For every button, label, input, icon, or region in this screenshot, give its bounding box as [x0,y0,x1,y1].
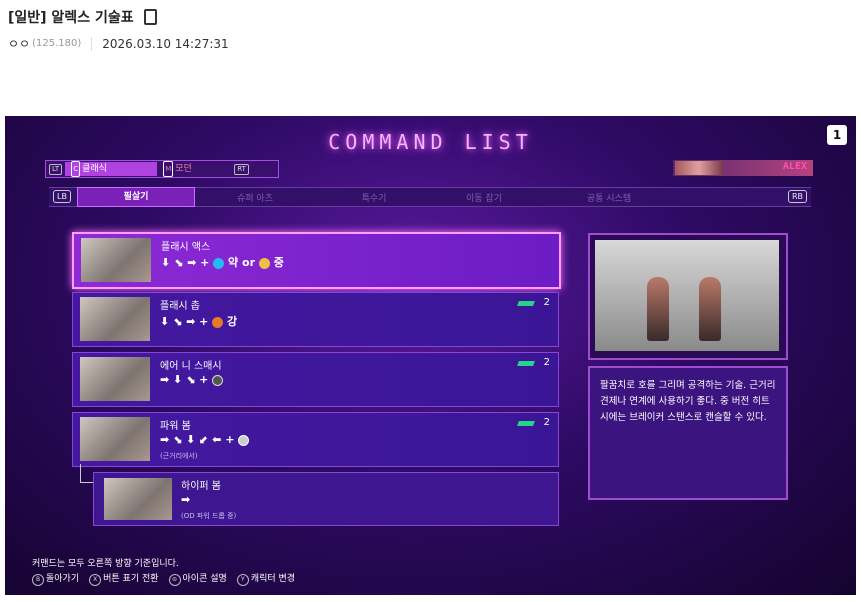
fighter-left [647,277,669,341]
tab-throws[interactable]: 이동 잡기 [429,191,539,204]
move-preview-panel [588,233,788,360]
move-name: 에어 니 스매시 [160,361,222,372]
game-screenshot: COMMAND LIST 1 LT C 클래식 M 모던 RT ALEX LB … [5,116,856,595]
move-thumbnail [80,357,150,401]
move-item-flash-chop[interactable]: 플래시 촙 ⬇ ⬊ ➡ + 강 2 [72,292,559,347]
move-item-flash-axe[interactable]: 플래시 액스 ⬇ ⬊ ➡ + 약 or 중 [72,232,561,289]
action-change-label: 캐릭터 변경 [250,574,296,584]
strength-medium: 중 [273,256,284,269]
drive-cost: 2 [543,417,550,428]
footer-note: 커맨드는 모두 오른쪽 방향 기준입니다. [32,559,179,569]
drive-cost: 2 [543,357,550,368]
move-command: ⬇ ⬊ ➡ + 약 or 중 [161,254,284,270]
move-command: ➡ ⬊ ⬇ ⬋ ⬅ + [160,433,250,446]
rb-key[interactable]: RB [787,190,807,203]
move-thumbnail [80,417,150,461]
move-item-power-bomb[interactable]: 파워 봄 ➡ ⬊ ⬇ ⬋ ⬅ + (근거리에서) 2 [72,412,559,467]
medium-punch-icon [258,257,270,269]
drive-gauge-icon [517,421,535,426]
meta-divider [91,36,93,51]
category-tabs: LB 필살기 슈퍼 아츠 특수기 이동 잡기 공통 시스템 RB [49,187,811,207]
post-title-text: [일반] 알렉스 기술표 [8,10,134,26]
mode-classic-label: 클래식 [82,164,107,174]
action-icon-legend[interactable]: ⊜ 아이콘 설명 [168,571,227,586]
action-icon-label: 아이콘 설명 [182,574,227,584]
action-change-character[interactable]: Y 캐릭터 변경 [236,571,296,586]
mode-modern[interactable]: M 모던 [157,161,231,177]
tab-special-moves[interactable]: 필살기 [77,187,195,207]
follow-up-connector [80,464,93,483]
action-toggle-notation[interactable]: X 버튼 표기 전환 [89,571,159,586]
move-command: ➡ [181,493,191,506]
character-banner: ALEX [673,160,813,176]
command-arrows: ➡ ⬊ ⬇ ⬋ ⬅ + [160,433,235,446]
kick-icon [212,374,224,386]
move-command: ➡ ⬇ ⬊ + [160,373,224,386]
y-button-icon: Y [236,573,249,586]
drive-cost: 2 [543,297,550,308]
character-name: ALEX [782,161,807,172]
x-button-icon: X [89,573,102,586]
move-item-hyper-bomb[interactable]: 하이퍼 봄 ➡ (OD 파워 드롭 중) [93,472,559,526]
lt-key[interactable]: LT [49,163,63,175]
move-name: 하이퍼 봄 [181,481,221,492]
drive-gauge-icon [517,361,535,366]
mobile-icon [143,9,157,25]
post-meta: ㅇㅇ (125.180) 2026.03.10 14:27:31 [8,35,229,52]
move-thumbnail [104,478,172,520]
command-arrows: ⬇ ⬊ ➡ + [160,315,209,328]
tab-unique-attacks[interactable]: 특수기 [319,191,429,204]
command-arrows: ⬇ ⬊ ➡ + [161,256,210,269]
move-note: (OD 파워 드롭 중) [181,512,237,520]
move-item-air-knee-smash[interactable]: 에어 니 스매시 ➡ ⬇ ⬊ + 2 [72,352,559,407]
command-list-title: COMMAND LIST [328,130,533,154]
strength-heavy: 강 [227,315,238,328]
action-back-label: 돌아가기 [46,574,80,584]
mode-modern-label: 모던 [175,164,192,174]
rt-key[interactable]: RT [234,163,249,175]
punch-fist-icon [238,434,250,446]
drive-gauge-icon [517,301,535,306]
command-arrows: ➡ ⬇ ⬊ + [160,373,209,386]
page-badge: 1 [827,125,847,145]
post-datetime: 2026.03.10 14:27:31 [102,36,229,51]
post-header: [일반] 알렉스 기술표 ㅇㅇ (125.180) 2026.03.10 14:… [0,0,861,116]
tab-super-arts[interactable]: 슈퍼 아츠 [195,191,315,204]
action-toggle-label: 버튼 표기 전환 [103,574,159,584]
author-ip: (125.180) [32,38,82,49]
move-command: ⬇ ⬊ ➡ + 강 [160,313,237,329]
strength-light: 약 [228,256,239,269]
move-note: (근거리에서) [160,452,198,460]
move-name: 플래시 촙 [160,301,200,312]
footer-actions: B 돌아가기 X 버튼 표기 전환 ⊜ 아이콘 설명 Y 캐릭터 변경 [32,571,295,586]
move-description-panel: 팔꿈치로 호를 그리며 공격하는 기술. 근거리 견제나 연계에 사용하기 좋다… [588,366,788,500]
view-button-icon: ⊜ [168,573,181,586]
move-thumbnail [80,297,150,341]
character-portrait [675,161,723,175]
move-name: 플래시 액스 [161,242,211,253]
mode-selector: LT C 클래식 M 모던 RT [45,160,279,178]
move-preview-image [595,240,779,351]
fighter-right [699,277,721,341]
b-button-icon: B [32,573,44,586]
modern-letter-icon: M [163,161,174,177]
author-name[interactable]: ㅇㅇ [8,35,30,52]
lb-key[interactable]: LB [53,190,71,203]
light-punch-icon [213,257,225,269]
mode-classic[interactable]: C 클래식 [65,161,158,177]
heavy-punch-icon [212,316,224,328]
move-name: 파워 봄 [160,421,191,432]
move-description: 팔꿈치로 호를 그리며 공격하는 기술. 근거리 견제나 연계에 사용하기 좋다… [600,380,776,423]
classic-letter-icon: C [71,161,81,177]
move-thumbnail [81,238,151,282]
action-back[interactable]: B 돌아가기 [32,571,79,586]
tab-common-system[interactable]: 공통 시스템 [549,191,669,204]
or-text: or [242,256,255,269]
post-title: [일반] 알렉스 기술표 [8,7,157,27]
